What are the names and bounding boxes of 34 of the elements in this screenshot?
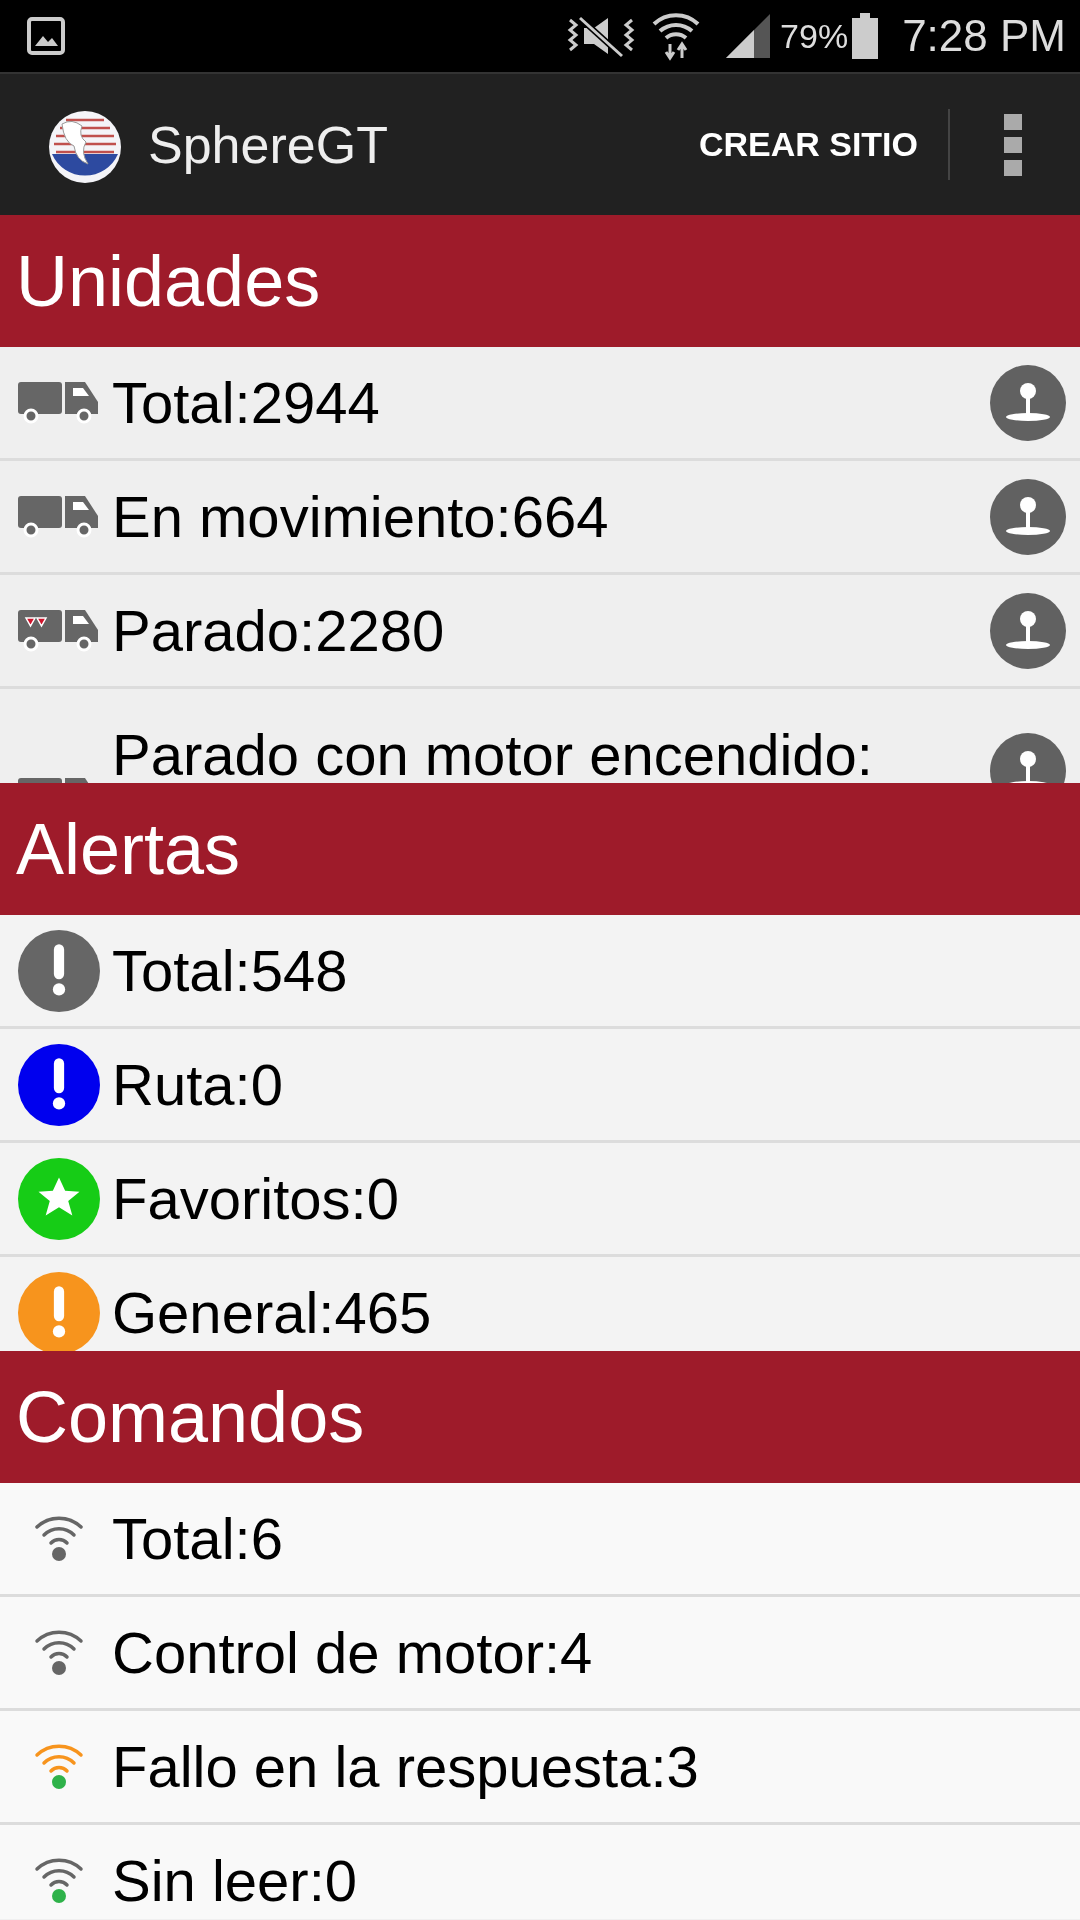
item-label: Total:2944 — [112, 369, 380, 437]
battery-icon — [852, 13, 879, 59]
clock-time: 7:28 PM — [902, 10, 1066, 62]
item-label: General:465 — [112, 1279, 432, 1347]
truck-icon — [18, 495, 100, 538]
item-label: Parado con motor encendido: — [112, 721, 873, 783]
map-pin-button[interactable] — [990, 592, 1066, 669]
item-label: Favoritos:0 — [112, 1165, 399, 1233]
list-item[interactable]: Control de motor:4 — [0, 1597, 1080, 1711]
battery-level: 79% — [780, 15, 849, 57]
section-header: Unidades — [0, 215, 1080, 347]
section-header: Alertas — [0, 783, 1080, 915]
signal-icon — [724, 12, 773, 60]
item-label: Total:548 — [112, 937, 348, 1005]
app-title: SphereGT — [148, 114, 388, 176]
create-site-button[interactable]: CREAR SITIO — [668, 109, 950, 180]
map-pin-button[interactable] — [990, 478, 1066, 555]
list-item[interactable]: Fallo en la respuesta:3 — [0, 1711, 1080, 1825]
list-item[interactable]: Total:6 — [0, 1483, 1080, 1597]
item-label: Sin leer:0 — [112, 1847, 358, 1915]
truck-icon — [18, 381, 100, 424]
map-pin-button[interactable] — [990, 364, 1066, 441]
item-label: Parado:2280 — [112, 597, 445, 665]
item-label: Control de motor:4 — [112, 1619, 593, 1687]
item-label: Total:6 — [112, 1505, 283, 1573]
list-item[interactable]: Sin leer:0 — [0, 1825, 1080, 1919]
more-options-icon[interactable] — [1004, 113, 1022, 176]
section-header: Comandos — [0, 1351, 1080, 1483]
image-notification-icon — [26, 16, 66, 56]
item-label: En movimiento:664 — [112, 483, 609, 551]
wifi-icon — [652, 10, 701, 62]
item-label: Ruta:0 — [112, 1051, 283, 1119]
stopped-truck-icon — [18, 609, 100, 652]
item-label: Fallo en la respuesta:3 — [112, 1733, 699, 1801]
